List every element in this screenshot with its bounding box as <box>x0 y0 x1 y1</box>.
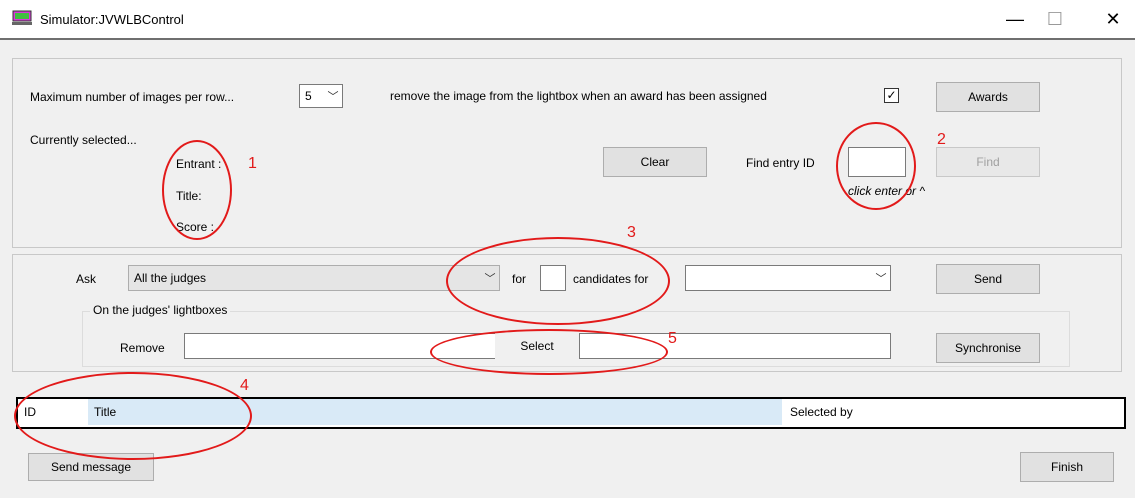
annotation-label-3: 3 <box>627 224 636 241</box>
awards-button[interactable]: Awards <box>936 82 1040 112</box>
annotation-label-1: 1 <box>248 155 257 172</box>
judges-lightboxes-title: On the judges' lightboxes <box>90 303 231 317</box>
annotation-ellipse-5 <box>430 329 668 375</box>
clear-button[interactable]: Clear <box>603 147 707 177</box>
annotation-ellipse-3 <box>446 237 670 325</box>
find-entry-label: Find entry ID <box>746 156 815 170</box>
judges-dropdown[interactable]: All the judges ﹀ <box>128 265 500 291</box>
max-images-value: 5 <box>305 89 312 103</box>
maximize-button[interactable]: ☐ <box>1040 6 1070 32</box>
max-images-dropdown[interactable]: 5 ﹀ <box>299 84 343 108</box>
annotation-ellipse-1 <box>162 140 232 240</box>
close-button[interactable]: ✕ <box>1098 6 1128 32</box>
find-button[interactable]: Find <box>936 147 1040 177</box>
annotation-label-4: 4 <box>240 377 249 394</box>
chevron-down-icon: ﹀ <box>327 91 339 103</box>
synchronise-button[interactable]: Synchronise <box>936 333 1040 363</box>
annotation-ellipse-2 <box>836 122 916 210</box>
annotation-label-2: 2 <box>937 131 946 148</box>
remove-image-label: remove the image from the lightbox when … <box>390 89 767 103</box>
remove-image-checkbox[interactable]: ✓ <box>884 88 899 103</box>
judges-value: All the judges <box>134 271 207 285</box>
send-button[interactable]: Send <box>936 264 1040 294</box>
candidates-for-dropdown[interactable]: ﹀ <box>685 265 891 291</box>
currently-selected-label: Currently selected... <box>30 133 137 147</box>
app-icon <box>12 10 32 25</box>
column-header-selected-by[interactable]: Selected by <box>784 399 1124 425</box>
ask-label: Ask <box>76 272 97 286</box>
finish-button[interactable]: Finish <box>1020 452 1114 482</box>
chevron-down-icon: ﹀ <box>875 273 887 285</box>
window-title: Simulator:JVWLBControl <box>40 12 184 27</box>
annotation-ellipse-4 <box>14 372 252 460</box>
remove-label: Remove <box>120 341 165 355</box>
minimize-button[interactable]: — <box>1000 6 1030 32</box>
annotation-label-5: 5 <box>668 330 677 347</box>
max-images-label: Maximum number of images per row... <box>30 90 235 104</box>
